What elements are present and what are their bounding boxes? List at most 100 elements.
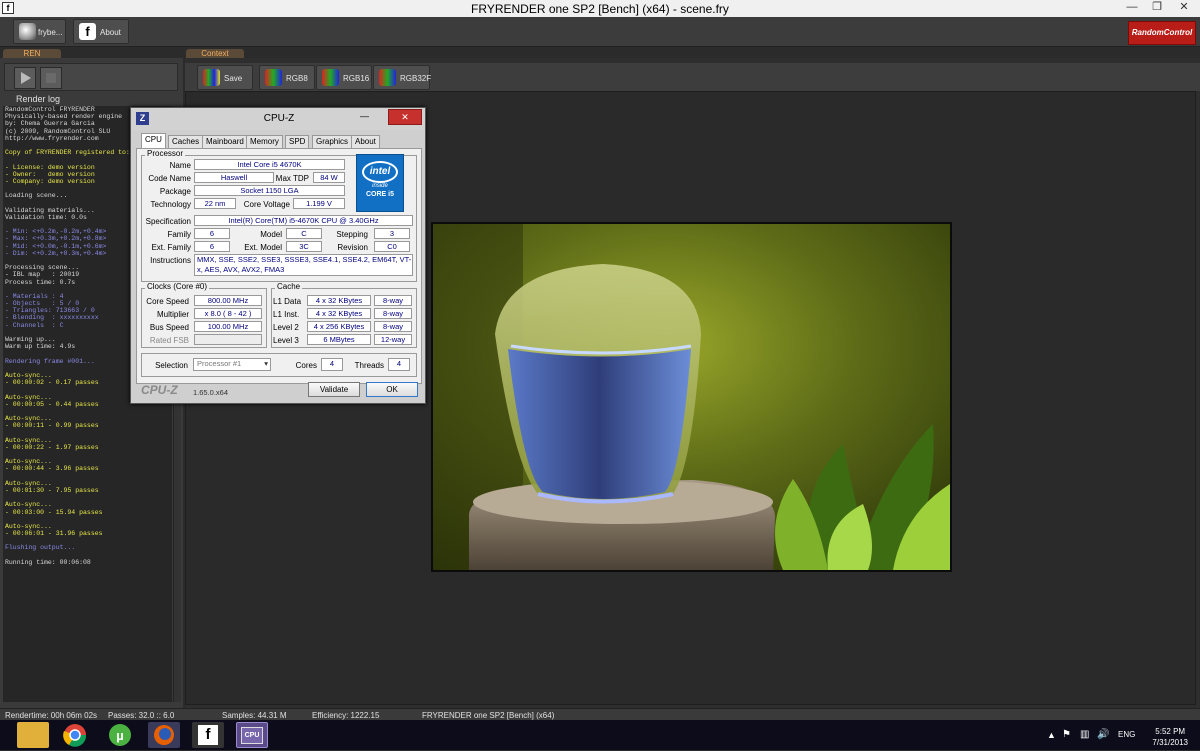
clock-time: 5:52 PM xyxy=(1155,727,1186,736)
rendered-image xyxy=(431,222,952,572)
stop-button[interactable] xyxy=(40,67,62,89)
flag-icon[interactable]: ⚑ xyxy=(1062,729,1071,740)
utorrent-icon[interactable]: µ xyxy=(104,722,136,748)
processor-group-title: Processor xyxy=(145,149,186,158)
value-level2-way: 8-way xyxy=(374,321,412,332)
network-icon[interactable]: ▥ xyxy=(1080,729,1089,740)
language-indicator[interactable]: ENG xyxy=(1118,730,1135,739)
volume-icon[interactable]: 🔊 xyxy=(1097,729,1109,740)
label-package: Package xyxy=(159,187,191,196)
render-log-title: Render log xyxy=(16,94,61,104)
label-core-voltage: Core Voltage xyxy=(243,200,290,209)
intel-core-i5-logo: intel inside CORE i5 xyxy=(356,154,404,212)
show-hidden-icons[interactable]: ▲ xyxy=(1047,730,1056,740)
fryrender-taskbar-icon[interactable]: f xyxy=(192,722,224,748)
value-code-name: Haswell xyxy=(194,172,274,183)
cpuz-tab-graphics[interactable]: Graphics xyxy=(312,135,353,148)
cpuz-tab-about[interactable]: About xyxy=(351,135,380,148)
cpuz-tab-mainboard[interactable]: Mainboard xyxy=(202,135,248,148)
value-core-voltage: 1.199 V xyxy=(293,198,345,209)
log-line: - 00:06:01 - 31.96 passes xyxy=(5,530,103,538)
value-model: C xyxy=(286,228,322,239)
save-icon xyxy=(203,69,220,86)
value-level2-size: 4 x 256 KBytes xyxy=(307,321,371,332)
cpuz-minimize-button[interactable]: — xyxy=(360,111,369,121)
value-family: 6 xyxy=(194,228,230,239)
log-line: - 00:00:44 - 3.96 passes xyxy=(5,465,99,473)
rgb16-button[interactable]: RGB16 xyxy=(316,65,372,90)
value-l1-inst-way: 8-way xyxy=(374,308,412,319)
label-level2: Level 2 xyxy=(273,323,299,332)
value-cores: 4 xyxy=(321,358,343,371)
stop-icon xyxy=(46,73,56,83)
label-cores: Cores xyxy=(295,361,317,370)
log-line: Running time: 00:06:08 xyxy=(5,558,91,566)
cpuz-version: 1.65.0.x64 xyxy=(193,388,229,397)
value-specification: Intel(R) Core(TM) i5-4670K CPU @ 3.40GHz xyxy=(194,215,413,226)
label-specification: Specification xyxy=(145,217,191,226)
log-line: Auto-sync... xyxy=(5,458,52,466)
close-button[interactable]: ✕ xyxy=(1170,0,1198,16)
chrome-icon[interactable] xyxy=(59,722,91,748)
rgb32f-button[interactable]: RGB32F xyxy=(373,65,432,90)
cpuz-tab-spd[interactable]: SPD xyxy=(285,135,310,148)
validate-button[interactable]: Validate xyxy=(308,382,360,397)
cpuz-close-button[interactable]: ✕ xyxy=(388,109,422,125)
ok-button[interactable]: OK xyxy=(366,382,418,397)
cpuz-taskbar-icon[interactable]: CPU xyxy=(236,722,268,748)
status-passes: Passes: 32.0 :: 6.0 xyxy=(108,711,175,720)
log-line: - 00:03:00 - 15.94 passes xyxy=(5,508,103,516)
status-samples: Samples: 44.31 M xyxy=(222,711,287,720)
value-technology: 22 nm xyxy=(194,198,236,209)
fryrender-f-icon: f xyxy=(79,23,96,40)
cpuz-tab-memory[interactable]: Memory xyxy=(246,135,283,148)
value-stepping: 3 xyxy=(374,228,410,239)
status-bar: Rendertime: 00h 06m 02s Passes: 32.0 :: … xyxy=(0,708,1200,720)
save-button[interactable]: Save xyxy=(197,65,253,90)
context-toolbar: Save RGB8 RGB16 RGB32F xyxy=(185,63,1200,91)
cache-group-title: Cache xyxy=(275,282,303,291)
play-button[interactable] xyxy=(14,67,36,89)
window-title: FRYRENDER one SP2 [Bench] (x64) - scene.… xyxy=(471,2,729,16)
value-l1-inst-size: 4 x 32 KBytes xyxy=(307,308,371,319)
file-explorer-icon[interactable] xyxy=(17,722,49,748)
label-level3: Level 3 xyxy=(273,336,299,345)
taskbar: µ f CPU ▲ ⚑ ▥ 🔊 ENG xyxy=(0,720,1200,750)
rgb32f-label: RGB32F xyxy=(400,74,432,83)
value-ext-family: 6 xyxy=(194,241,230,252)
processor-select[interactable]: Processor #1 ▾ xyxy=(193,358,271,371)
processor-select-value: Processor #1 xyxy=(197,359,242,368)
rgb8-label: RGB8 xyxy=(286,74,308,83)
value-l1-data-way: 8-way xyxy=(374,295,412,306)
label-l1-data: L1 Data xyxy=(273,297,302,306)
app-toolbar: frybe... f About xyxy=(0,17,1200,47)
firefox-icon[interactable] xyxy=(148,722,180,748)
label-multiplier: Multiplier xyxy=(156,310,189,319)
clock-date: 7/31/2013 xyxy=(1152,738,1188,747)
restore-button[interactable]: ❐ xyxy=(1146,0,1168,16)
cpuz-tab-cpu[interactable]: CPU xyxy=(141,133,166,148)
label-core-speed: Core Speed xyxy=(146,297,189,306)
clock[interactable]: 5:52 PM 7/31/2013 xyxy=(1152,726,1188,748)
rgb8-button[interactable]: RGB8 xyxy=(259,65,315,90)
about-button[interactable]: f About xyxy=(73,19,129,44)
log-line: Flushing output... xyxy=(5,544,76,552)
status-app: FRYRENDER one SP2 [Bench] (x64) xyxy=(422,711,555,720)
clocks-group-title: Clocks (Core #0) xyxy=(145,282,210,291)
value-instructions: MMX, SSE, SSE2, SSE3, SSSE3, SSE4.1, SSE… xyxy=(194,254,413,276)
frybench-button[interactable]: frybe... xyxy=(13,19,66,44)
render-controls xyxy=(4,63,178,91)
frybench-icon xyxy=(19,23,36,40)
minimize-button[interactable]: — xyxy=(1120,0,1144,16)
window-titlebar: f FRYRENDER one SP2 [Bench] (x64) - scen… xyxy=(0,0,1200,17)
about-label: About xyxy=(100,28,121,37)
cpuz-tab-caches[interactable]: Caches xyxy=(168,135,204,148)
value-l1-data-size: 4 x 32 KBytes xyxy=(307,295,371,306)
